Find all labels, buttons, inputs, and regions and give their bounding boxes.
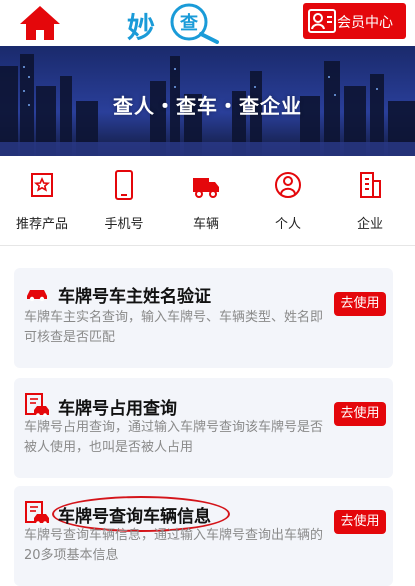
service-card[interactable]: 车牌号车主姓名验证 车牌车主实名查询，输入车牌号、车辆类型、姓名即可核查是否匹配… [14,268,393,368]
category-nav: 推荐产品 手机号 车辆 个人 企业 [0,158,415,246]
card-title: 车牌号占用查询 [58,399,177,419]
car-icon [27,290,47,302]
nav-label-vehicle: 车辆 [192,217,219,232]
logo-text: 妙 [127,11,156,44]
service-card[interactable]: 车牌号查询车辆信息 车牌号查询车辆信息，通过输入车牌号查询出车辆的20多项基本信… [14,486,393,586]
member-center-label: 会员中心 [337,15,393,31]
banner-title: 查人・查车・查企业 [113,94,302,118]
vehicle-doc-icon [25,501,49,525]
card-title: 车牌号查询车辆信息 [58,507,211,527]
nav-item-recommend[interactable]: 推荐产品 [2,166,82,236]
card-title: 车牌号车主姓名验证 [58,287,211,307]
hero-banner[interactable]: 查人・查车・查企业 [0,46,415,156]
nav-label-phone: 手机号 [104,217,144,232]
nav-item-vehicle[interactable]: 车辆 [166,166,246,236]
app-logo: 妙 查 [127,2,267,44]
home-icon [20,6,60,40]
member-card-icon [308,9,336,33]
card-description: 车牌车主实名查询，输入车牌号、车辆类型、姓名即可核查是否匹配 [24,310,324,345]
person-icon [275,172,301,198]
search-logo-mark: 查 [167,2,219,44]
building-icon [360,172,381,198]
top-header: 妙 查 会员中心 [0,0,415,46]
truck-icon [193,178,219,198]
service-list: 车牌号车主姓名验证 车牌车主实名查询，输入车牌号、车辆类型、姓名即可核查是否匹配… [0,248,415,586]
svg-text:查: 查 [180,12,198,34]
card-description: 车牌号查询车辆信息，通过输入车牌号查询出车辆的20多项基本信息 [24,528,324,563]
use-button[interactable]: 去使用 [334,510,386,534]
member-center-button[interactable]: 会员中心 [303,3,406,39]
home-button[interactable] [18,4,62,42]
nav-label-recommend: 推荐产品 [15,217,68,232]
vehicle-doc-icon [25,393,49,417]
use-button[interactable]: 去使用 [334,292,386,316]
nav-label-person: 个人 [274,217,301,232]
nav-item-phone[interactable]: 手机号 [84,166,164,236]
service-card[interactable]: 车牌号占用查询 车牌号占用查询，通过输入车牌号查询该车牌号是否被人使用，也叫是否… [14,378,393,478]
card-description: 车牌号占用查询，通过输入车牌号查询该车牌号是否被人使用，也叫是否被人占用 [24,420,324,455]
phone-icon [115,170,133,200]
use-button[interactable]: 去使用 [334,402,386,426]
nav-item-person[interactable]: 个人 [248,166,328,236]
recommend-icon [31,173,53,197]
nav-label-enterprise: 企业 [356,217,383,232]
nav-item-enterprise[interactable]: 企业 [330,166,410,236]
